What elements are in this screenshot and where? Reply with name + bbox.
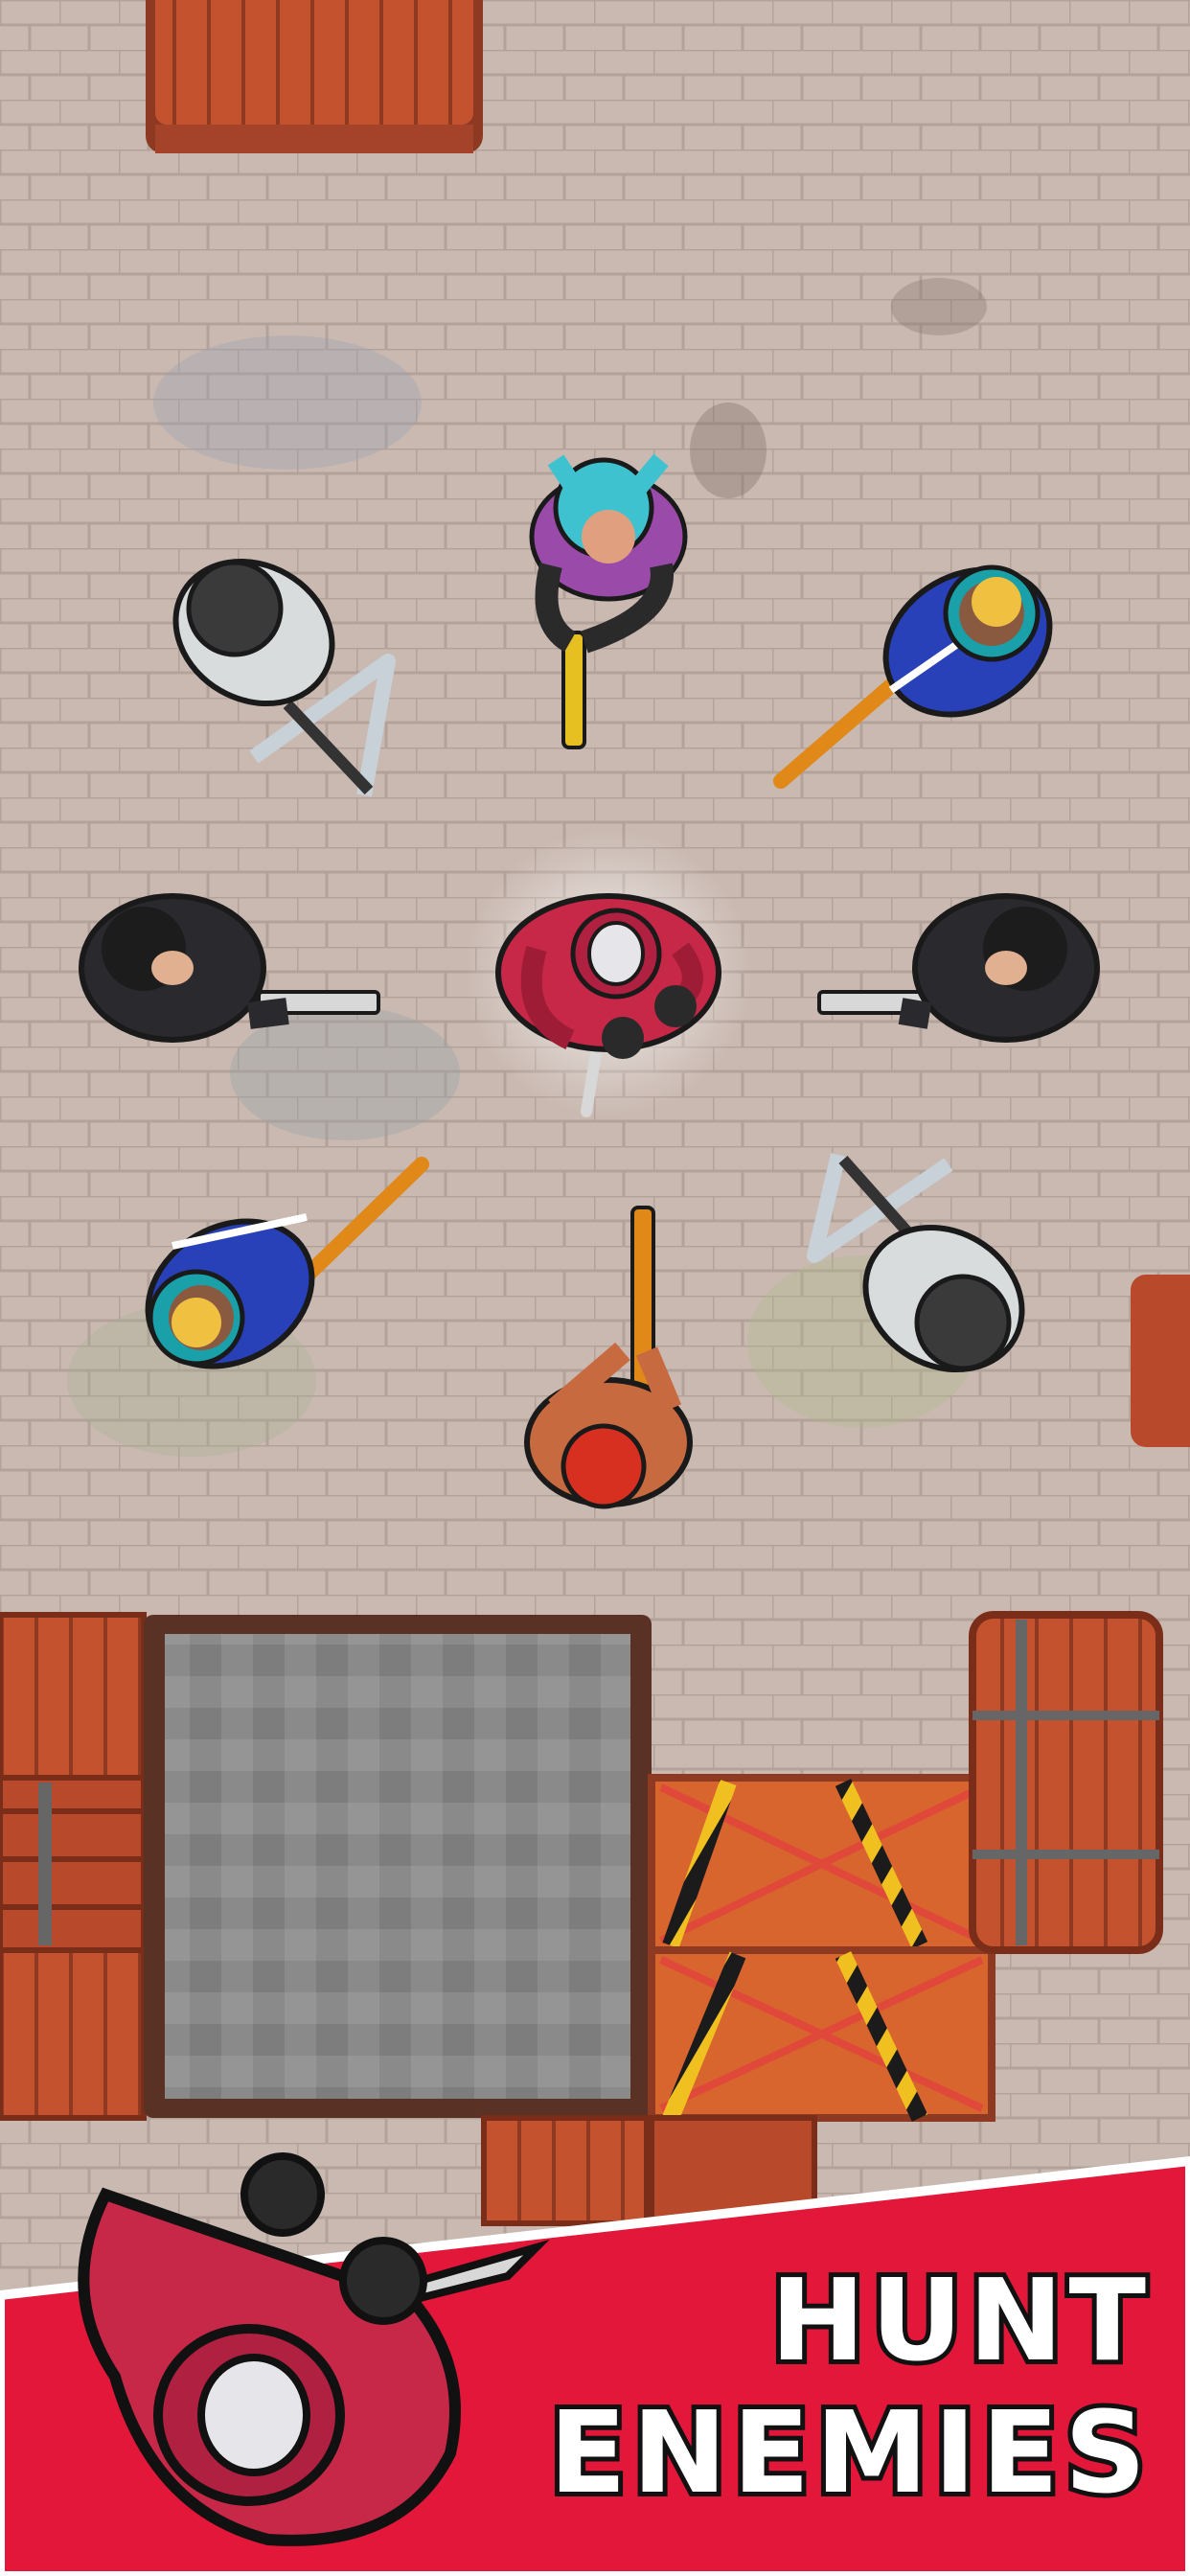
promo-banner: [0, 2152, 1190, 2576]
game-screen: HUNT ENEMIES: [0, 0, 1190, 2576]
banner-title-line1: HUNT: [766, 2249, 1152, 2391]
banner-title-line2: ENEMIES: [544, 2381, 1152, 2523]
